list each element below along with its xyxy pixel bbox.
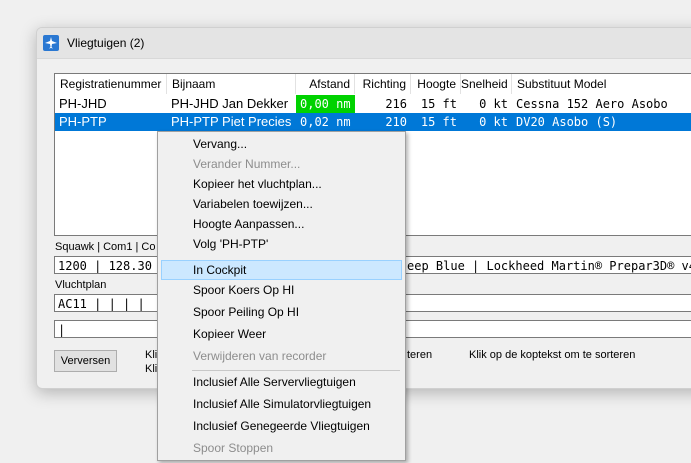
cell-altitude: 15 ft xyxy=(420,97,457,111)
table-row[interactable]: PH-JHD PH-JHD Jan Dekker 0,00 nm 216 15 … xyxy=(55,95,691,113)
cell-speed: 0 kt xyxy=(479,115,508,129)
cell-model: DV20 Asobo (S) xyxy=(516,115,618,129)
menu-item-copy-flightplan[interactable]: Kopieer het vluchtplan... xyxy=(161,174,402,194)
table-row-selected[interactable]: PH-PTP PH-PTP Piet Precies 0,02 nm 210 1… xyxy=(55,113,691,131)
squawk-value-right: eep Blue | Lockheed Martin® Prepar3D® v4 xyxy=(407,259,691,273)
title-bar[interactable]: Vliegtuigen (2) xyxy=(37,28,691,59)
cell-direction: 210 xyxy=(385,115,407,129)
cell-nickname: PH-PTP Piet Precies xyxy=(171,114,292,129)
airplane-app-icon xyxy=(43,35,59,51)
menu-item-include-ignored-aircraft[interactable]: Inclusief Genegeerde Vliegtuigen xyxy=(161,416,402,436)
menu-item-adjust-altitude[interactable]: Hoogte Aanpassen... xyxy=(161,214,402,234)
cell-speed: 0 kt xyxy=(479,97,508,111)
column-header-model[interactable]: Substituut Model xyxy=(512,74,691,94)
menu-item-remove-from-recorder[interactable]: Verwijderen van recorder xyxy=(161,346,402,366)
column-header-speed[interactable]: Snelheid xyxy=(461,74,512,94)
cell-altitude: 15 ft xyxy=(420,115,457,129)
menu-item-track-course[interactable]: Spoor Koers Op HI xyxy=(161,280,402,300)
menu-separator xyxy=(192,370,400,371)
context-menu: Vervang... Verander Nummer... Kopieer he… xyxy=(157,131,406,461)
menu-item-include-server-aircraft[interactable]: Inclusief Alle Servervliegtuigen xyxy=(161,372,402,392)
column-header-distance[interactable]: Afstand xyxy=(296,74,355,94)
squawk-value-left: 1200 | 128.30 | xyxy=(58,259,167,273)
menu-item-stop-tracking[interactable]: Spoor Stoppen xyxy=(161,438,402,458)
cell-registration: PH-JHD xyxy=(59,96,107,111)
cell-nickname: PH-JHD Jan Dekker xyxy=(171,96,289,111)
refresh-button[interactable]: Verversen xyxy=(54,350,117,372)
cell-distance: 0,00 nm xyxy=(296,95,355,113)
menu-item-change-number[interactable]: Verander Nummer... xyxy=(161,154,402,174)
menu-item-track-bearing[interactable]: Spoor Peiling Op HI xyxy=(161,302,402,322)
column-header-nickname[interactable]: Bijnaam xyxy=(167,74,296,94)
column-header-registration[interactable]: Registratienummer xyxy=(55,74,167,94)
menu-item-in-cockpit[interactable]: In Cockpit xyxy=(161,260,402,280)
cell-model: Cessna 152 Aero Asobo xyxy=(516,97,668,111)
cell-distance: 0,02 nm xyxy=(300,115,351,129)
hint-text-line-1: Kli xyxy=(145,349,158,361)
menu-item-assign-variables[interactable]: Variabelen toewijzen... xyxy=(161,194,402,214)
list-header: Registratienummer Bijnaam Afstand Richti… xyxy=(55,74,691,94)
squawk-label: Squawk | Com1 | Co xyxy=(55,241,156,253)
window-title: Vliegtuigen (2) xyxy=(67,36,145,50)
cell-direction: 216 xyxy=(385,97,407,111)
menu-item-replace[interactable]: Vervang... xyxy=(161,134,402,154)
sort-hint-text: Klik op de koptekst om te sorteren xyxy=(469,349,636,361)
cell-registration: PH-PTP xyxy=(59,114,107,129)
hint-text-line-2: Kli xyxy=(145,363,158,375)
menu-item-follow[interactable]: Volg 'PH-PTP' xyxy=(161,234,402,254)
menu-item-include-simulator-aircraft[interactable]: Inclusief Alle Simulatorvliegtuigen xyxy=(161,394,402,414)
column-header-direction[interactable]: Richting xyxy=(355,74,411,94)
column-header-altitude[interactable]: Hoogte xyxy=(411,74,461,94)
hint-text-mid: teren xyxy=(407,349,433,361)
menu-item-copy-weather[interactable]: Kopieer Weer xyxy=(161,324,402,344)
flightplan-label: Vluchtplan xyxy=(55,279,107,291)
